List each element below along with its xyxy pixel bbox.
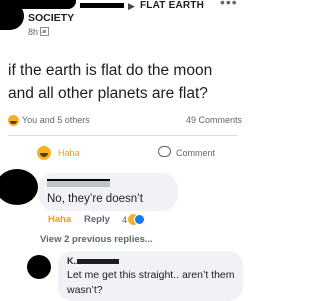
redacted-author	[80, 3, 124, 8]
view-previous-replies-link[interactable]: View 2 previous replies...	[40, 234, 153, 246]
comment-text: No, they’re doesn’t	[47, 193, 143, 205]
comment-button[interactable]: Comment	[176, 148, 215, 159]
post-text: if the earth is flat do the moon and all…	[8, 62, 213, 102]
avatar[interactable]	[0, 2, 24, 30]
haha-button[interactable]: Haha	[58, 148, 80, 159]
reply-avatar[interactable]	[27, 255, 51, 279]
arrow-icon: ▶	[128, 1, 135, 11]
divider	[8, 135, 237, 136]
comment-reaction-count[interactable]: 4	[122, 214, 127, 226]
comment-haha-button[interactable]: Haha	[48, 214, 71, 226]
comment-icon[interactable]	[158, 146, 171, 157]
reply-text: Let me get this straight.. aren’t them w…	[67, 269, 235, 296]
like-icon[interactable]	[134, 214, 145, 225]
comments-count[interactable]: 49 Comments	[186, 115, 242, 126]
haha-reaction-icon[interactable]	[8, 115, 19, 126]
commenter-avatar[interactable]	[0, 169, 38, 205]
reaction-summary[interactable]: You and 5 others	[22, 115, 90, 126]
redacted-commenter-name	[47, 179, 110, 187]
group-name-line2[interactable]: SOCIETY	[28, 12, 74, 25]
group-name[interactable]: FLAT EARTH	[140, 0, 204, 12]
more-icon[interactable]: •••	[220, 0, 238, 10]
privacy-icon	[40, 27, 49, 36]
comment-reply-button[interactable]: Reply	[84, 214, 110, 226]
redacted-reply-author	[77, 259, 119, 264]
haha-icon[interactable]	[37, 146, 51, 160]
